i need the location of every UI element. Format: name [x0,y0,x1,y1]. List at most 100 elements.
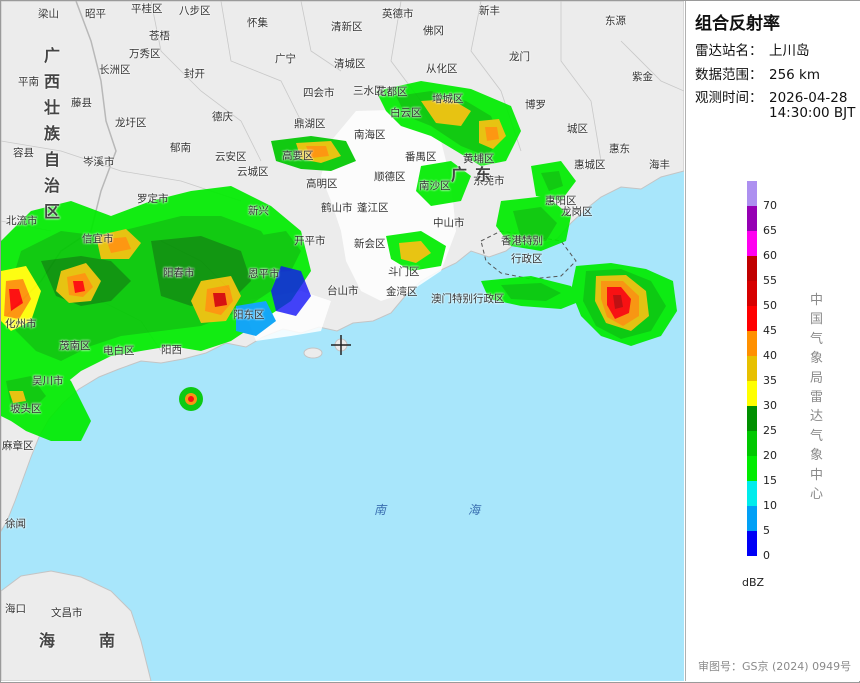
legend-label: 25 [763,424,777,437]
place-label: 英德市 [382,8,414,20]
place-label: 吴川市 [32,375,64,387]
place-label: 苍梧 [149,30,170,42]
legend-label: 65 [763,224,777,237]
place-label: 罗定市 [137,193,169,205]
place-label: 龙门 [509,51,530,63]
place-label: 梁山 [38,8,59,20]
place-label: 行政区 [511,253,543,265]
legend-label: 35 [763,374,777,387]
station-row: 雷达站名： 上川岛 [695,39,810,59]
legend-label: 5 [763,524,770,537]
place-label: 电白区 [103,345,135,357]
place-label: 顺德区 [374,171,406,183]
time-date: 2026-04-28 [769,90,848,106]
place-label: 四会市 [303,87,335,99]
legend-swatch [747,356,757,381]
sea-label-south-china-sea: 南海 [374,503,563,517]
place-label: 八步区 [179,5,211,17]
place-label: 白云区 [390,107,422,119]
place-label: 坡头区 [10,403,42,415]
time-label: 观测时间： [695,90,763,106]
place-label: 昭平 [85,8,106,20]
place-label: 岑溪市 [83,156,115,168]
legend-swatch [747,331,757,356]
radar-station-marker [331,335,351,355]
place-label: 郁南 [170,142,191,154]
place-label: 香港特别 [501,235,543,247]
place-label: 阳东区 [233,309,265,321]
map-approval-number: 审图号：GS京 (2024) 0949号 [698,660,852,673]
place-label: 东源 [605,15,626,27]
place-label: 化州市 [5,318,37,330]
place-label: 南海区 [354,129,386,141]
legend-swatch [747,431,757,456]
place-label: 金湾区 [386,286,418,298]
place-label: 藤县 [71,97,92,109]
place-label: 鼎湖区 [294,118,326,130]
place-label: 德庆 [212,111,233,123]
place-label: 恩平市 [248,268,280,280]
legend-label: 40 [763,349,777,362]
place-label: 中山市 [433,217,465,229]
place-label: 徐闻 [5,518,26,530]
place-label: 阳西 [161,344,182,356]
legend-label: 10 [763,499,777,512]
place-label: 云安区 [215,151,247,163]
agency-label: 中国气象局雷达气象中心 [810,293,824,503]
legend-swatch [747,406,757,431]
place-label: 清新区 [331,21,363,33]
place-label: 新会区 [354,238,386,250]
radar-map[interactable]: 梁山 昭平 平桂区 八步区 怀集 清新区 英德市 新丰 东源 苍梧 万秀区 长洲… [1,1,684,681]
legend-swatch [747,481,757,506]
legend-label: 0 [763,549,770,562]
place-label: 清城区 [334,58,366,70]
land-hainan [1,570,152,681]
place-label: 平南 [18,76,39,88]
place-label: 怀集 [247,17,268,29]
place-label: 台山市 [327,285,359,297]
legend-label: 60 [763,249,777,262]
place-label: 北流市 [6,215,38,227]
place-label: 龙圩区 [115,117,147,129]
legend-swatch [747,181,757,206]
legend-swatch [747,256,757,281]
legend-label: 70 [763,199,777,212]
place-label: 城区 [567,123,588,135]
place-label: 文昌市 [51,607,83,619]
place-label: 长洲区 [99,64,131,76]
place-label: 茂南区 [59,340,91,352]
place-label: 平桂区 [131,3,163,15]
place-label: 麻章区 [2,440,34,452]
place-label: 南沙区 [419,180,451,192]
legend-swatch [747,531,757,556]
place-label: 万秀区 [129,48,161,60]
place-label: 博罗 [525,99,546,111]
station-label: 雷达站名： [695,43,763,59]
legend-label: 45 [763,324,777,337]
legend-swatch [747,231,757,256]
product-title: 组合反射率 [695,14,780,34]
range-value: 256 km [769,67,821,83]
legend-label: 20 [763,449,777,462]
place-label: 容县 [13,147,34,159]
place-label: 斗门区 [388,266,420,278]
place-label: 从化区 [426,63,458,75]
region-label-hainan: 海南 [39,631,160,650]
legend-swatch [747,506,757,531]
map-canvas [1,1,684,681]
place-label: 澳门特别行政区 [431,293,505,305]
range-row: 数据范围： 256 km [695,63,820,83]
region-label-guangxi: 广西壮族自治区 [44,46,61,221]
station-value: 上川岛 [769,43,810,59]
info-panel: 组合反射率 雷达站名： 上川岛 数据范围： 256 km 观测时间： 2026-04-… [685,1,860,681]
place-label: 新丰 [479,5,500,17]
place-label: 蓬江区 [357,202,389,214]
legend-swatch [747,281,757,306]
place-label: 海口 [5,603,26,615]
place-label: 新兴 [248,205,269,217]
island-xiachuan [303,347,323,359]
legend-label: 50 [763,299,777,312]
place-label: 花都区 [376,86,408,98]
legend-swatch [747,206,757,231]
legend-swatch [747,381,757,406]
